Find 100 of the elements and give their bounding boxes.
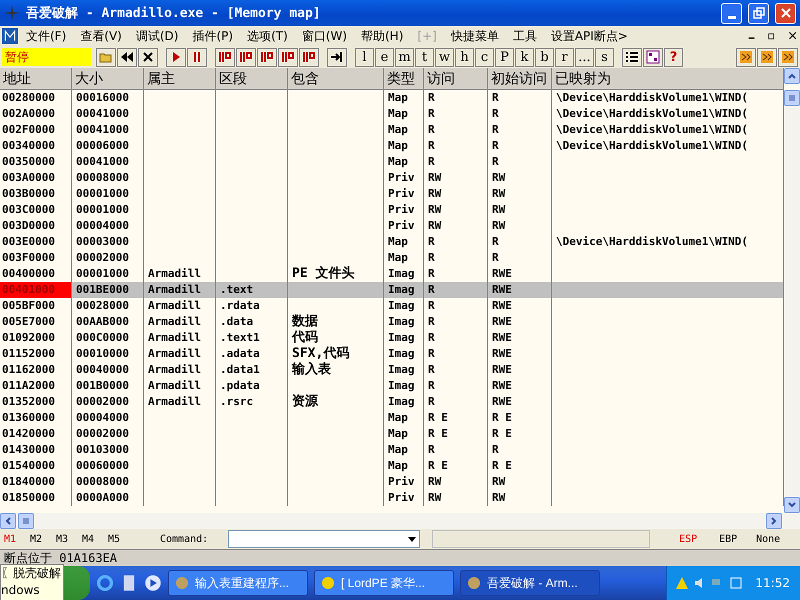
column-header[interactable]: 区段 [216, 68, 288, 90]
toolbar-button[interactable]: ... [575, 48, 594, 66]
table-cell: R [424, 314, 488, 330]
register-option[interactable]: EBP [708, 534, 748, 544]
menu-item[interactable]: 快捷菜单 [444, 28, 505, 44]
taskbar-button[interactable]: [ LordPE 豪华... [314, 570, 454, 596]
toolbar-button[interactable]: s [595, 48, 614, 66]
menu-item[interactable]: 工具 [506, 28, 543, 44]
table-cell: RW [424, 218, 488, 234]
toolbar-button[interactable]: r [555, 48, 574, 66]
column-header[interactable]: 大小 [72, 68, 144, 90]
column-header[interactable]: 属主 [144, 68, 216, 90]
table-cell: Map [384, 138, 424, 154]
table-cell: 003E0000 [0, 234, 72, 250]
toolbar-button[interactable]: k [515, 48, 534, 66]
table-cell: 01540000 [0, 458, 72, 474]
toolbar-button[interactable]: l [355, 48, 374, 66]
table-cell: 003B0000 [0, 186, 72, 202]
memory-tab[interactable]: M5 [108, 534, 134, 544]
taskbar-button[interactable]: 输入表重建程序... [168, 570, 308, 596]
table-row[interactable]: 00280000 00016000 Map R R \Device\HarddiskVolume1\WIND( [0, 90, 784, 106]
memory-tab[interactable]: M2 [30, 534, 56, 544]
table-cell: 01420000 [0, 426, 72, 442]
table-cell: 002F0000 [0, 122, 72, 138]
table-cell: R E [424, 458, 488, 474]
table-cell: 00008000 [72, 170, 144, 186]
toolbar-button[interactable]: t [415, 48, 434, 66]
table-cell: 00AAB000 [72, 314, 144, 330]
toolbar-button[interactable]: b [535, 48, 554, 66]
table-cell: 00002000 [72, 394, 144, 410]
table-cell: Armadill [144, 314, 216, 330]
menu-item[interactable]: 帮助(H) [355, 28, 410, 44]
table-cell: RW [488, 170, 552, 186]
toolbar-button[interactable]: m [395, 48, 414, 66]
column-header[interactable]: 地址 [0, 68, 72, 90]
window-title: 吾爱破解 - Armadillo.exe - [Memory map] [26, 5, 322, 22]
menu-item[interactable]: 调试(D) [130, 28, 184, 44]
table-cell: Imag [384, 346, 424, 362]
column-header[interactable]: 已映射为 [552, 68, 784, 90]
table-cell: RW [424, 490, 488, 506]
register-option[interactable]: ESP [668, 534, 708, 544]
menu-item[interactable]: 插件(P) [186, 28, 240, 44]
table-cell: R [488, 234, 552, 250]
table-cell: .text1 [216, 330, 288, 346]
table-cell: RW [424, 202, 488, 218]
column-header[interactable]: 初始访问 [488, 68, 552, 90]
table-cell: Map [384, 442, 424, 458]
table-cell: 00003000 [72, 234, 144, 250]
table-cell: 00008000 [72, 474, 144, 490]
menu-item[interactable]: 查看(V) [74, 28, 128, 44]
help-button[interactable]: ? [664, 48, 683, 66]
table-cell: 资源 [288, 394, 384, 410]
table-cell: RWE [488, 330, 552, 346]
table-cell: 00001000 [72, 186, 144, 202]
table-cell: RWE [488, 314, 552, 330]
register-option[interactable]: None [748, 534, 788, 544]
toolbar-button[interactable]: P [495, 48, 514, 66]
table-cell: Priv [384, 218, 424, 234]
table-cell: 01840000 [0, 474, 72, 490]
toolbar-button[interactable]: e [375, 48, 394, 66]
column-header[interactable]: 包含 [288, 68, 384, 90]
memory-tab[interactable]: M3 [56, 534, 82, 544]
table-cell: Map [384, 426, 424, 442]
table-cell: Imag [384, 330, 424, 346]
table-cell: 003A0000 [0, 170, 72, 186]
table-cell: .data [216, 314, 288, 330]
table-cell: Imag [384, 314, 424, 330]
table-cell: R [424, 330, 488, 346]
table-cell: R [424, 250, 488, 266]
table-cell: RW [488, 474, 552, 490]
memory-tab[interactable]: M1 [4, 534, 30, 544]
menu-item[interactable]: 文件(F) [20, 28, 72, 44]
toolbar-button[interactable]: w [435, 48, 454, 66]
table-cell: Imag [384, 298, 424, 314]
table-row[interactable]: 00401000 001BE000 Armadill .text Imag R RWE [0, 282, 784, 298]
table-cell: 00002000 [72, 250, 144, 266]
menu-item[interactable]: 设置API断点> [544, 28, 634, 44]
table-cell: 00006000 [72, 138, 144, 154]
table-cell: 00401000 [0, 282, 72, 298]
table-cell: 01352000 [0, 394, 72, 410]
table-cell: 01850000 [0, 490, 72, 506]
table-cell: 003F0000 [0, 250, 72, 266]
table-cell: R [488, 138, 552, 154]
column-header[interactable]: 访问 [424, 68, 488, 90]
memory-tab[interactable]: M4 [82, 534, 108, 544]
table-cell: Map [384, 250, 424, 266]
table-cell: R [424, 298, 488, 314]
table-cell: Armadill [144, 378, 216, 394]
command-label: Command: [160, 534, 208, 544]
table-cell: 00103000 [72, 442, 144, 458]
column-header[interactable]: 类型 [384, 68, 424, 90]
taskbar-button[interactable]: 吾爱破解 - Arm... [460, 570, 600, 596]
menu-item[interactable]: 窗口(W) [296, 28, 353, 44]
menu-item[interactable]: 选项(T) [241, 28, 294, 44]
table-cell: R [424, 106, 488, 122]
table-cell: RW [488, 202, 552, 218]
table-cell: .data1 [216, 362, 288, 378]
toolbar-button[interactable]: h [455, 48, 474, 66]
table-cell: Imag [384, 394, 424, 410]
toolbar-button[interactable]: c [475, 48, 494, 66]
